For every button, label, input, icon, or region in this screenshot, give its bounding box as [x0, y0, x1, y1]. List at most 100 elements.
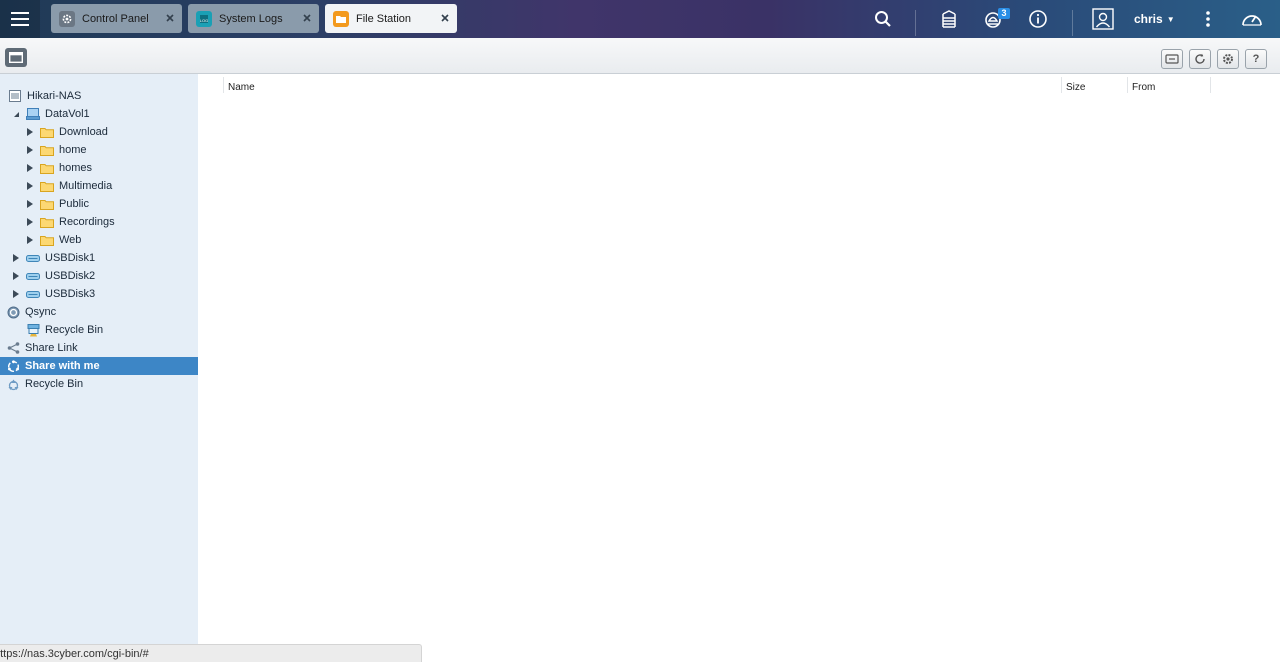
folder-icon	[40, 234, 54, 246]
tab-file-station[interactable]: File Station	[325, 4, 457, 33]
more-options-button[interactable]	[1197, 8, 1219, 30]
username-label: chris	[1134, 12, 1163, 26]
question-mark-icon: ?	[1252, 53, 1260, 65]
folder-icon	[40, 162, 54, 174]
sidebar-toggle-button[interactable]	[5, 48, 27, 67]
status-url-bar: https://nas.3cyber.com/cgi-bin/#	[0, 644, 422, 662]
user-avatar-button[interactable]	[1092, 8, 1114, 30]
tree-item-folder[interactable]: Multimedia	[0, 177, 198, 195]
tree-item-folder[interactable]: homes	[0, 159, 198, 177]
tree-item-qsync[interactable]: Qsync	[0, 303, 198, 321]
collapsed-arrow-icon[interactable]	[26, 128, 34, 136]
info-icon	[1029, 10, 1047, 28]
qsync-icon	[6, 306, 20, 318]
settings-button[interactable]	[1217, 49, 1239, 69]
help-button[interactable]: ?	[1245, 49, 1267, 69]
tree-item-label: Multimedia	[59, 180, 113, 192]
tree-item-label: USBDisk3	[45, 288, 96, 300]
collapsed-arrow-icon[interactable]	[12, 290, 20, 298]
folder-icon	[40, 126, 54, 138]
folder-icon	[333, 10, 349, 27]
info-button[interactable]	[1027, 8, 1049, 30]
expanded-arrow-icon[interactable]	[12, 110, 20, 118]
column-header-size[interactable]: Size	[1066, 79, 1085, 96]
tree-item-nas[interactable]: Hikari-NAS	[0, 87, 198, 105]
tab-label: Control Panel	[82, 12, 149, 25]
collapsed-arrow-icon[interactable]	[12, 254, 20, 262]
collapsed-arrow-icon[interactable]	[26, 236, 34, 244]
tree-item-qsync-recycle-bin[interactable]: Recycle Bin	[0, 321, 198, 339]
close-icon[interactable]	[165, 13, 175, 23]
close-icon[interactable]	[440, 13, 450, 23]
tree-item-share-link[interactable]: Share Link	[0, 339, 198, 357]
tree-item-folder[interactable]: Web	[0, 231, 198, 249]
speedometer-icon	[1242, 15, 1262, 26]
tree-item-recycle-bin[interactable]: Recycle Bin	[0, 375, 198, 393]
tasks-stack-icon	[942, 10, 956, 28]
tree-item-usb-disk[interactable]: USBDisk3	[0, 285, 198, 303]
gear-icon	[59, 10, 75, 27]
nas-server-icon	[8, 90, 22, 102]
tree-item-folder[interactable]: Download	[0, 123, 198, 141]
gear-icon	[1223, 54, 1233, 64]
more-vertical-icon	[1206, 11, 1210, 27]
tree-item-label: USBDisk1	[45, 252, 96, 264]
recycle-bin-icon	[26, 323, 40, 336]
svg-text:LOG: LOG	[200, 18, 208, 23]
share-with-me-icon	[6, 359, 20, 372]
tab-label: File Station	[356, 12, 412, 25]
tree-item-label: USBDisk2	[45, 270, 96, 282]
top-bar: Control Panel LOG System Logs File Stati…	[0, 0, 1280, 38]
tree-item-folder[interactable]: home	[0, 141, 198, 159]
tree-item-label: DataVol1	[45, 108, 90, 120]
volume-icon	[26, 108, 40, 120]
collapsed-arrow-icon[interactable]	[26, 200, 34, 208]
tree-item-datavol1[interactable]: DataVol1	[0, 105, 198, 123]
dashboard-button[interactable]	[1241, 8, 1263, 30]
tree-item-label: homes	[59, 162, 93, 174]
usb-disk-icon	[26, 270, 40, 282]
tree-item-label: Recycle Bin	[25, 378, 84, 390]
collapsed-arrow-icon[interactable]	[26, 218, 34, 226]
tree-item-label: Recordings	[59, 216, 115, 228]
collapsed-arrow-icon[interactable]	[12, 272, 20, 280]
folder-icon	[40, 144, 54, 156]
tree-item-folder[interactable]: Public	[0, 195, 198, 213]
folder-tree-sidebar: Hikari-NAS DataVol1 Download home homes …	[0, 74, 198, 662]
file-station-toolbar: ?	[0, 38, 1280, 74]
tree-item-share-with-me[interactable]: Share with me	[0, 357, 198, 375]
sidebar-panel-icon	[9, 52, 23, 63]
main-menu-button[interactable]	[0, 0, 40, 38]
usb-disk-icon	[26, 252, 40, 264]
column-header-from[interactable]: From	[1132, 79, 1155, 96]
collapsed-arrow-icon[interactable]	[26, 146, 34, 154]
tab-system-logs[interactable]: LOG System Logs	[188, 4, 319, 33]
folder-icon	[40, 198, 54, 210]
caret-down-icon: ▼	[1166, 14, 1175, 24]
background-tasks-button[interactable]	[938, 8, 960, 30]
view-mode-button[interactable]	[1161, 49, 1183, 69]
screen-icon	[1165, 54, 1179, 64]
search-button[interactable]	[872, 8, 894, 30]
tree-item-label: Qsync	[25, 306, 57, 318]
collapsed-arrow-icon[interactable]	[26, 164, 34, 172]
tree-item-usb-disk[interactable]: USBDisk2	[0, 267, 198, 285]
tree-item-label: Download	[59, 126, 108, 138]
refresh-button[interactable]	[1189, 49, 1211, 69]
usb-disk-icon	[26, 288, 40, 300]
tree-item-folder[interactable]: Recordings	[0, 213, 198, 231]
tree-item-label: Web	[59, 234, 82, 246]
tree-item-usb-disk[interactable]: USBDisk1	[0, 249, 198, 267]
user-icon	[1092, 8, 1114, 30]
recycle-icon	[6, 378, 20, 390]
tab-control-panel[interactable]: Control Panel	[51, 4, 182, 33]
tree-item-label: Recycle Bin	[45, 324, 104, 336]
folder-icon	[40, 180, 54, 192]
column-header-name[interactable]: Name	[228, 79, 255, 96]
close-icon[interactable]	[302, 13, 312, 23]
refresh-icon	[1195, 53, 1205, 64]
user-menu[interactable]: chris ▼	[1134, 12, 1175, 26]
status-url: https://nas.3cyber.com/cgi-bin/#	[0, 647, 149, 660]
tree-item-label: Public	[59, 198, 89, 210]
collapsed-arrow-icon[interactable]	[26, 182, 34, 190]
